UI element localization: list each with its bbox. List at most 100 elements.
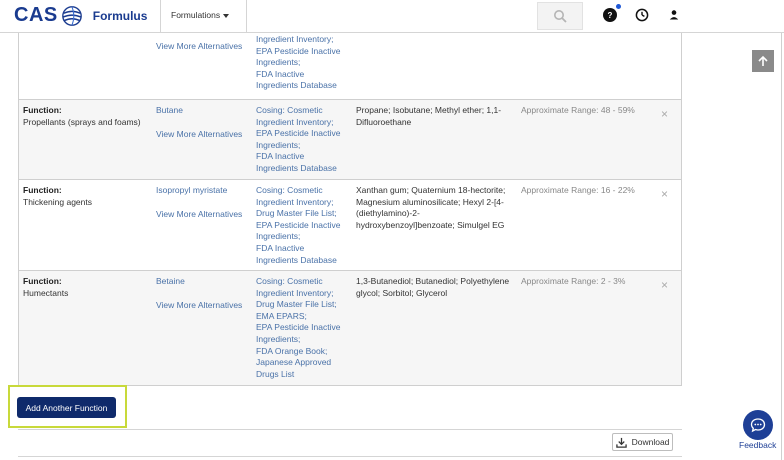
source-link[interactable]: FDA Inactive — [256, 69, 352, 81]
divider — [18, 429, 682, 430]
table-row: Function: Thickening agents Isopropyl my… — [19, 179, 681, 270]
product-name: Formulus — [92, 8, 148, 23]
back-to-top-button[interactable] — [752, 50, 774, 72]
source-link[interactable]: Ingredients; — [256, 57, 352, 69]
alternatives-line: (diethylamino)-2- — [356, 208, 420, 219]
source-link[interactable]: EPA Pesticide Inactive — [256, 46, 352, 58]
function-cell: Function: Thickening agents — [23, 185, 153, 208]
function-label: Function: — [23, 185, 62, 195]
source-link[interactable]: EMA EPARS; — [256, 311, 352, 323]
source-link[interactable]: Ingredients; — [256, 334, 352, 346]
formulations-dropdown-label: Formulations — [171, 10, 221, 20]
source-link[interactable]: Ingredient Inventory; — [256, 197, 352, 209]
source-link[interactable]: Ingredients; — [256, 231, 352, 243]
download-label: Download — [631, 437, 670, 447]
globe-icon — [61, 5, 82, 26]
source-link[interactable]: Ingredient Inventory; — [256, 288, 352, 300]
close-icon[interactable]: × — [661, 108, 673, 120]
user-menu-button[interactable] — [667, 8, 681, 22]
function-value: Humectants — [23, 287, 69, 298]
table-row: Function: Humectants Betaine View More A… — [19, 270, 681, 385]
alternatives-line: Difluoroethane — [356, 116, 412, 127]
close-icon[interactable]: × — [661, 279, 673, 291]
approximate-range: Approximate Range: 48 - 59% — [521, 105, 635, 115]
add-another-function-button[interactable]: Add Another Function — [17, 397, 116, 418]
source-link[interactable]: Drugs List — [256, 369, 352, 381]
alternatives-line: Propane; Isobutane; Methyl ether; 1,1- — [356, 105, 502, 115]
source-link[interactable]: EPA Pesticide Inactive — [256, 128, 352, 140]
source-link[interactable]: Japanese Approved — [256, 357, 352, 369]
view-more-alternatives-link[interactable]: View More Alternatives — [156, 300, 251, 312]
alternatives-cell: 1,3-Butanediol; Butanediol; Polyethylene… — [356, 276, 516, 299]
view-more-alternatives-link[interactable]: View More Alternatives — [156, 209, 251, 221]
chat-icon — [750, 418, 766, 433]
source-link[interactable]: Ingredients Database — [256, 163, 352, 175]
search-button[interactable] — [537, 2, 583, 30]
source-link[interactable]: Ingredient Inventory; — [256, 34, 352, 46]
formulations-dropdown[interactable]: Formulations — [171, 10, 230, 20]
approximate-range: Approximate Range: 16 - 22% — [521, 185, 635, 195]
clock-icon — [635, 8, 649, 22]
function-cell: Function: Propellants (sprays and foams) — [23, 105, 153, 128]
function-value: Propellants (sprays and foams) — [23, 116, 141, 127]
function-label: Function: — [23, 105, 62, 115]
nav-divider — [246, 0, 247, 33]
arrow-up-icon — [758, 55, 768, 66]
alternatives-line: 1,3-Butanediol; Butanediol; Polyethylene — [356, 276, 510, 286]
sources-list: Ingredient Inventory; EPA Pesticide Inac… — [256, 34, 352, 92]
download-button[interactable]: Download — [612, 433, 673, 451]
alternatives-line: Xanthan gum; Quaternium 18-hectorite; — [356, 185, 506, 195]
alternatives-line: glycol; Sorbitol; Glycerol — [356, 287, 448, 298]
feedback-label[interactable]: Feedback — [739, 440, 776, 450]
source-link[interactable]: EPA Pesticide Inactive — [256, 220, 352, 232]
approximate-range: Approximate Range: 2 - 3% — [521, 276, 626, 286]
caret-down-icon — [223, 13, 230, 18]
sources-list: Cosing: Cosmetic Ingredient Inventory; D… — [256, 276, 352, 380]
logo-text: CAS — [14, 4, 58, 26]
history-button[interactable] — [635, 8, 649, 22]
ingredient-link[interactable]: Butane — [156, 105, 251, 117]
function-label: Function: — [23, 276, 62, 286]
sources-list: Cosing: Cosmetic Ingredient Inventory; D… — [256, 185, 352, 266]
source-link[interactable]: Cosing: Cosmetic — [256, 105, 352, 117]
function-value: Thickening agents — [23, 196, 92, 207]
alternatives-cell: Xanthan gum; Quaternium 18-hectorite; Ma… — [356, 185, 516, 231]
source-link[interactable]: EPA Pesticide Inactive — [256, 322, 352, 334]
view-more-alternatives-link[interactable]: View More Alternatives — [156, 41, 251, 53]
ingredient-cell: Isopropyl myristate View More Alternativ… — [156, 185, 251, 220]
source-link[interactable]: Ingredients; — [256, 140, 352, 152]
source-link[interactable]: Drug Master File List; — [256, 208, 352, 220]
notification-dot — [616, 4, 621, 9]
ingredient-link[interactable]: Betaine — [156, 276, 251, 288]
source-link[interactable]: Drug Master File List; — [256, 299, 352, 311]
source-link[interactable]: FDA Inactive — [256, 243, 352, 255]
cas-logo[interactable]: CAS Formulus — [14, 4, 147, 27]
source-link[interactable]: FDA Inactive — [256, 151, 352, 163]
close-icon[interactable]: × — [661, 188, 673, 200]
user-icon — [669, 10, 679, 20]
top-navigation-bar: CAS Formulus Formulations ? — [0, 0, 784, 33]
function-cell: Function: Humectants — [23, 276, 153, 299]
functions-table: View More Alternatives Ingredient Invent… — [18, 33, 682, 386]
alternatives-line: hydroxybenzoyl]benzoate; Simulgel EG — [356, 219, 505, 230]
source-link[interactable]: Cosing: Cosmetic — [256, 276, 352, 288]
view-more-alternatives-link[interactable]: View More Alternatives — [156, 129, 251, 141]
feedback-button[interactable] — [743, 410, 773, 440]
source-link[interactable]: Cosing: Cosmetic — [256, 185, 352, 197]
download-icon — [615, 437, 627, 448]
ingredient-link[interactable]: Isopropyl myristate — [156, 185, 251, 197]
table-row-partial: View More Alternatives Ingredient Invent… — [19, 32, 681, 98]
search-icon — [554, 10, 567, 23]
source-link[interactable]: Ingredients Database — [256, 80, 352, 92]
ingredient-cell: Betaine View More Alternatives — [156, 276, 251, 311]
alternatives-cell: Propane; Isobutane; Methyl ether; 1,1- D… — [356, 105, 516, 128]
ingredient-cell: Butane View More Alternatives — [156, 105, 251, 140]
alternatives-line: Magnesium aluminosilicate; Hexyl 2-[4- — [356, 196, 504, 207]
source-link[interactable]: Ingredient Inventory; — [256, 117, 352, 129]
help-icon: ? — [607, 10, 613, 20]
help-button[interactable]: ? — [603, 8, 617, 22]
source-link[interactable]: Ingredients Database — [256, 255, 352, 267]
source-link[interactable]: FDA Orange Book; — [256, 346, 352, 358]
table-row: Function: Propellants (sprays and foams)… — [19, 99, 681, 179]
divider — [18, 456, 682, 457]
